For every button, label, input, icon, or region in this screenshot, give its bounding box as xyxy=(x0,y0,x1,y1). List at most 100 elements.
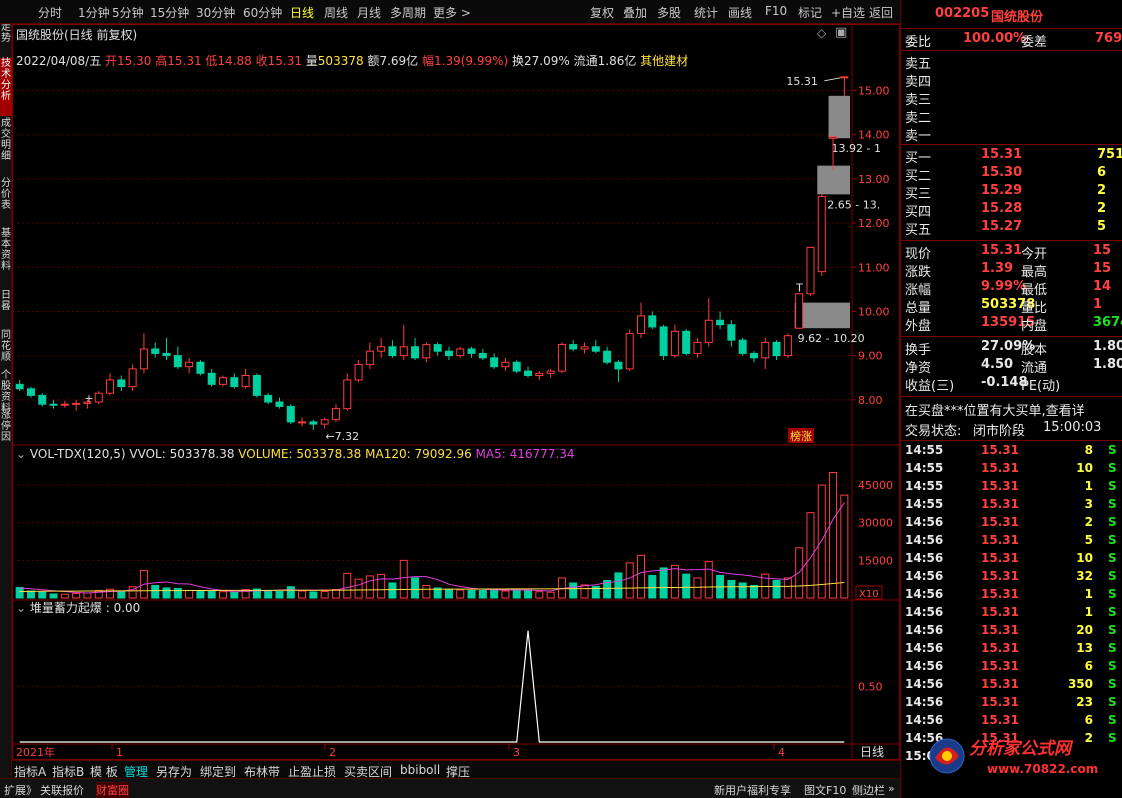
indicator-tab-9[interactable]: bbiboll xyxy=(400,763,440,777)
volume-bar[interactable] xyxy=(298,590,307,599)
candle[interactable] xyxy=(275,397,284,409)
candle[interactable] xyxy=(603,346,612,365)
candle[interactable] xyxy=(670,324,679,358)
candle[interactable] xyxy=(591,340,600,354)
volume-bar[interactable] xyxy=(388,582,397,599)
volume-bar[interactable] xyxy=(524,590,533,599)
candle[interactable] xyxy=(727,320,736,347)
volume-bar[interactable] xyxy=(535,591,544,599)
volume-bar[interactable] xyxy=(83,592,92,599)
volume-bar[interactable] xyxy=(343,572,352,599)
volume-bar[interactable] xyxy=(478,589,487,599)
volume-bar[interactable] xyxy=(456,589,465,599)
volume-bar[interactable] xyxy=(580,584,589,599)
candle[interactable] xyxy=(501,357,510,372)
left-tab-1[interactable]: 技术分析 xyxy=(0,58,12,116)
candle[interactable] xyxy=(196,360,205,376)
candle[interactable] xyxy=(354,360,363,383)
candle[interactable] xyxy=(252,373,261,398)
candle[interactable] xyxy=(693,337,702,358)
status-left-2[interactable]: 财富圈 xyxy=(96,782,129,798)
candle[interactable] xyxy=(38,393,47,407)
volume-bar[interactable] xyxy=(230,591,239,599)
candle[interactable] xyxy=(343,373,352,411)
candle[interactable] xyxy=(309,419,318,430)
candle[interactable] xyxy=(557,342,566,374)
period-9[interactable]: 多周期 xyxy=(390,4,426,21)
volume-bar[interactable] xyxy=(38,591,47,599)
tool-button-8[interactable]: 返回 xyxy=(869,4,893,21)
period-2[interactable]: 5分钟 xyxy=(112,4,144,21)
period-3[interactable]: 15分钟 xyxy=(150,4,189,21)
candle[interactable] xyxy=(72,399,81,411)
candle[interactable] xyxy=(94,390,103,405)
status-left-0[interactable]: 扩展》 xyxy=(4,782,37,798)
volume-bar[interactable] xyxy=(309,591,318,599)
period-0[interactable]: 分时 xyxy=(38,4,62,21)
candle[interactable] xyxy=(185,357,194,374)
volume-bar[interactable] xyxy=(738,582,747,599)
tool-button-1[interactable]: 叠加 xyxy=(623,4,647,21)
candle[interactable] xyxy=(377,337,386,358)
volume-bar[interactable] xyxy=(693,577,702,599)
left-tab-7[interactable]: 个股资料 xyxy=(0,370,12,414)
candle[interactable] xyxy=(512,360,521,374)
candle[interactable] xyxy=(264,393,273,405)
candle[interactable] xyxy=(218,375,228,387)
candle[interactable] xyxy=(365,342,374,369)
candle[interactable] xyxy=(230,373,239,389)
candle[interactable] xyxy=(478,349,487,361)
candle[interactable] xyxy=(399,324,408,361)
candle[interactable] xyxy=(467,346,476,358)
status-right-1[interactable]: 图文F10 xyxy=(804,782,846,798)
volume-bar[interactable] xyxy=(422,584,431,599)
candle[interactable] xyxy=(60,400,69,408)
volume-bar[interactable] xyxy=(614,572,623,599)
volume-bar[interactable] xyxy=(72,592,81,599)
volume-bar[interactable] xyxy=(151,584,160,599)
volume-bar[interactable] xyxy=(625,562,634,599)
collapse-icon[interactable]: ⌄ xyxy=(16,447,26,461)
left-tab-2[interactable]: 成交明细 xyxy=(0,118,12,176)
candle[interactable] xyxy=(422,342,431,363)
candle[interactable] xyxy=(580,342,589,354)
window-icon[interactable]: ▣ xyxy=(835,25,847,40)
candle[interactable] xyxy=(286,404,295,425)
period-6[interactable]: 日线 xyxy=(290,4,314,21)
candle[interactable] xyxy=(106,373,115,396)
volume-bar[interactable] xyxy=(467,589,476,599)
tool-button-6[interactable]: 标记 xyxy=(798,4,822,21)
candle[interactable] xyxy=(716,311,725,330)
candle[interactable] xyxy=(795,293,804,330)
candle[interactable] xyxy=(298,417,307,427)
candle[interactable] xyxy=(26,386,35,398)
volume-bar[interactable] xyxy=(727,579,736,599)
candle[interactable] xyxy=(749,351,758,363)
volume-bar[interactable] xyxy=(185,589,194,599)
volume-bar[interactable] xyxy=(648,574,657,599)
volume-bar[interactable] xyxy=(490,588,499,599)
candle[interactable] xyxy=(490,353,499,369)
candle[interactable] xyxy=(456,346,465,358)
candle[interactable] xyxy=(444,346,453,361)
candle[interactable] xyxy=(49,399,58,409)
candle[interactable] xyxy=(761,337,770,369)
volume-bar[interactable] xyxy=(636,554,646,599)
tool-button-3[interactable]: 统计 xyxy=(694,4,718,21)
candle[interactable] xyxy=(614,360,623,383)
status-right-3[interactable]: » xyxy=(888,782,895,795)
tool-button-7[interactable]: +自选 xyxy=(831,4,865,21)
candle[interactable] xyxy=(806,246,815,296)
candle[interactable] xyxy=(546,368,555,378)
period-5[interactable]: 60分钟 xyxy=(243,4,282,21)
candle[interactable] xyxy=(117,375,126,391)
candle[interactable] xyxy=(128,364,137,391)
volume-bar[interactable] xyxy=(817,484,826,599)
volume-bar[interactable] xyxy=(659,567,668,599)
volume-bar[interactable] xyxy=(207,590,216,599)
status-right-0[interactable]: 新用户福利专享 xyxy=(714,782,791,798)
volume-bar[interactable] xyxy=(286,586,295,599)
volume-bar[interactable] xyxy=(546,591,555,599)
candle[interactable] xyxy=(772,340,781,361)
tool-button-5[interactable]: F10 xyxy=(765,4,787,18)
